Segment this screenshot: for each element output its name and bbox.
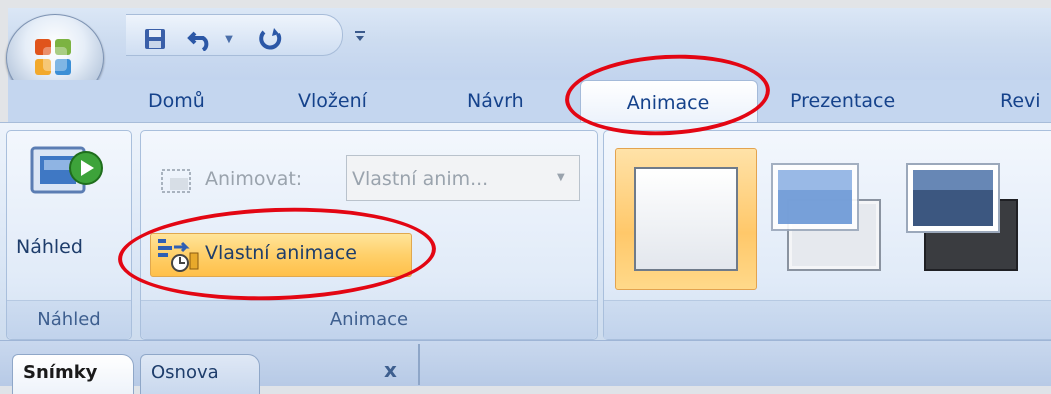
transition-fade-black[interactable] <box>905 160 1025 275</box>
undo-icon[interactable] <box>184 25 218 53</box>
preview-button[interactable]: Náhled <box>16 236 83 258</box>
group-label-transitions <box>604 300 1051 339</box>
animate-label: Animovat: <box>205 168 303 190</box>
group-label-nahled: Náhled <box>7 300 131 339</box>
quick-access-toolbar: ▼ <box>126 14 343 56</box>
title-bar: ▼ <box>8 8 1051 80</box>
save-icon[interactable] <box>140 25 170 53</box>
transition-none-thumb <box>634 167 738 271</box>
animate-select-value: Vlastní anim... <box>352 168 489 190</box>
tab-vlozeni[interactable]: Vložení <box>298 84 367 118</box>
office-logo-icon <box>35 39 75 79</box>
preview-icon <box>30 140 106 206</box>
chevron-down-icon[interactable]: ▼ <box>222 25 236 53</box>
close-pane-button[interactable]: x <box>384 358 397 382</box>
chevron-down-icon[interactable]: ▼ <box>557 172 565 183</box>
tab-navrh[interactable]: Návrh <box>467 84 524 118</box>
tab-domu[interactable]: Domů <box>148 84 205 118</box>
tab-snimky[interactable]: Snímky <box>12 354 134 394</box>
animate-icon <box>160 168 200 196</box>
transition-none[interactable] <box>615 148 757 290</box>
redo-icon[interactable] <box>254 25 288 53</box>
customize-qat-icon[interactable] <box>352 22 368 50</box>
tab-revize[interactable]: Revi <box>1000 84 1041 118</box>
tab-prezentace[interactable]: Prezentace <box>790 84 895 118</box>
group-label-animace: Animace <box>141 300 597 339</box>
panel-splitter[interactable] <box>418 344 420 385</box>
transition-fade[interactable] <box>770 160 885 275</box>
tab-osnova[interactable]: Osnova <box>140 354 260 394</box>
